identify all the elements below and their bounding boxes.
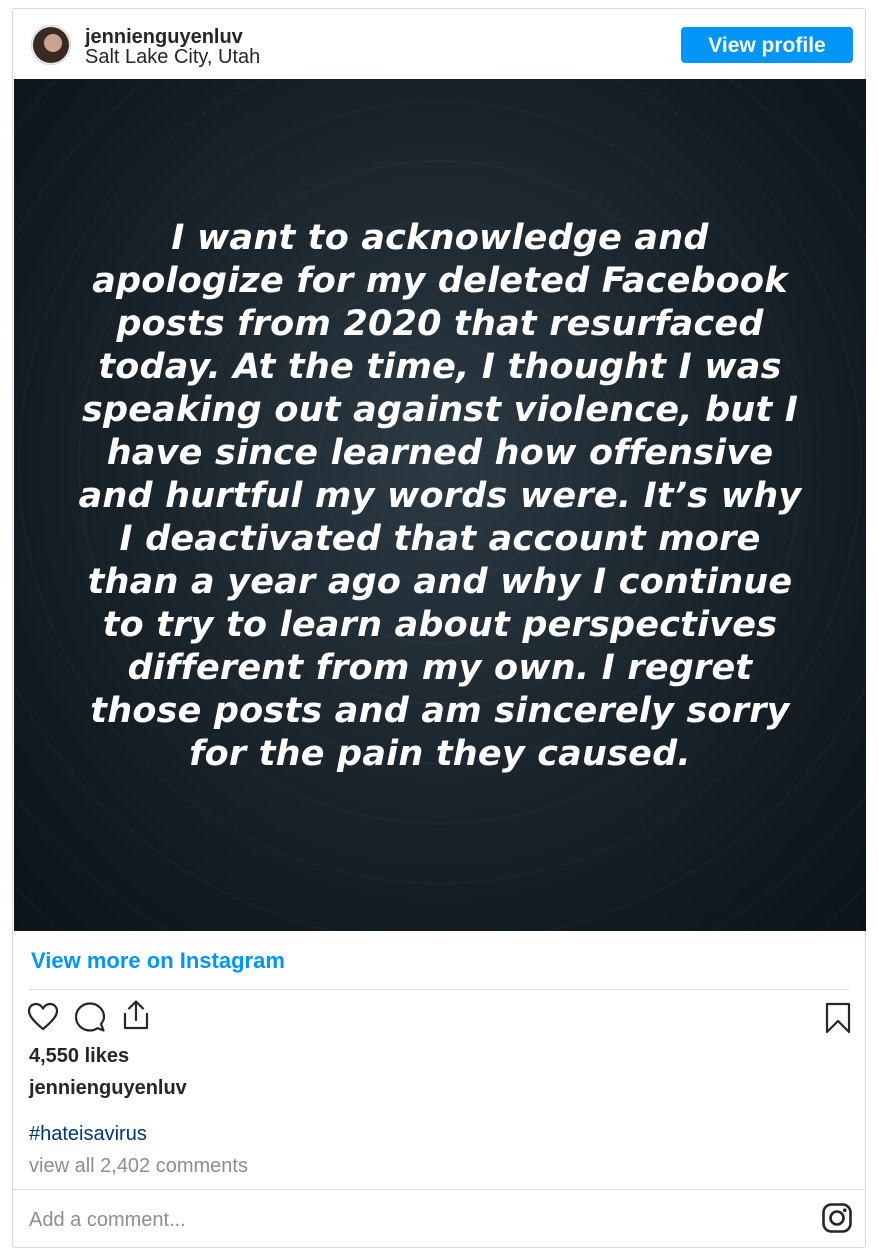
post-header: jennienguyenluv Salt Lake City, Utah Vie… bbox=[13, 9, 865, 79]
header-location[interactable]: Salt Lake City, Utah bbox=[85, 46, 260, 68]
instagram-icon[interactable] bbox=[821, 1202, 853, 1234]
post-image[interactable]: I want to acknowledge and apologize for … bbox=[14, 79, 866, 931]
comment-icon[interactable] bbox=[75, 1002, 105, 1032]
footer-divider bbox=[13, 1189, 865, 1190]
divider bbox=[29, 989, 849, 990]
heart-icon[interactable] bbox=[27, 1002, 59, 1032]
view-all-comments-link[interactable]: view all 2,402 comments bbox=[29, 1154, 248, 1178]
avatar[interactable] bbox=[31, 25, 71, 65]
view-profile-button[interactable]: View profile bbox=[681, 27, 853, 63]
view-more-link[interactable]: View more on Instagram bbox=[31, 947, 285, 975]
bookmark-icon[interactable] bbox=[825, 1002, 851, 1034]
likes-count[interactable]: 4,550 likes bbox=[29, 1044, 129, 1068]
share-icon[interactable] bbox=[121, 999, 151, 1031]
hashtag-link[interactable]: #hateisavirus bbox=[29, 1122, 147, 1146]
header-username[interactable]: jennienguyenluv bbox=[85, 27, 243, 47]
instagram-embed-card: jennienguyenluv Salt Lake City, Utah Vie… bbox=[12, 8, 866, 1248]
post-image-text: I want to acknowledge and apologize for … bbox=[78, 218, 802, 774]
add-comment-input[interactable] bbox=[29, 1206, 789, 1234]
caption-username[interactable]: jennienguyenluv bbox=[29, 1076, 187, 1100]
